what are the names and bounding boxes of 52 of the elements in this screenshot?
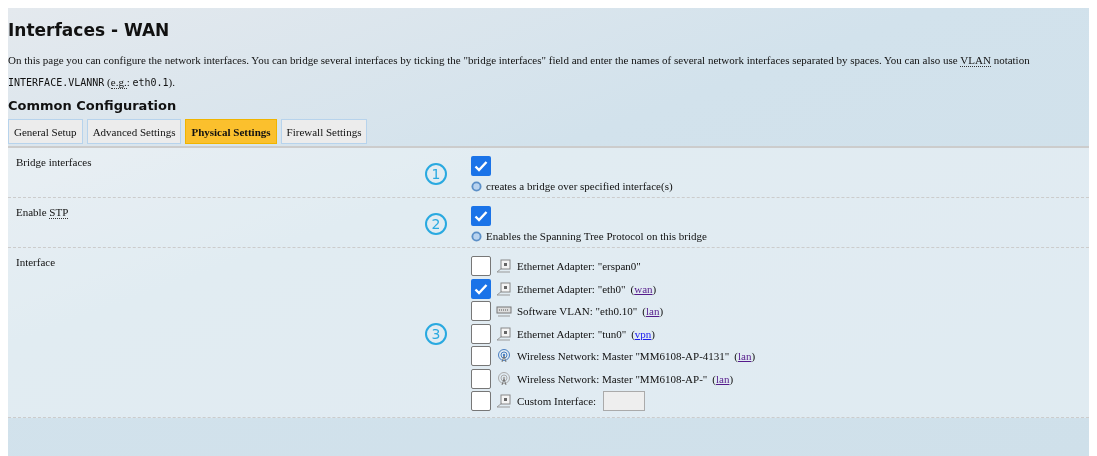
help-icon <box>471 230 482 242</box>
network-link[interactable]: vpn <box>634 327 652 340</box>
step-marker: 2 <box>425 213 447 235</box>
hint-text: creates a bridge over specified interface(s) <box>486 180 673 192</box>
wireless-icon <box>496 349 512 364</box>
network-link[interactable]: wan <box>634 282 653 295</box>
option-label: Enable STP <box>16 206 70 221</box>
network-port-icon <box>496 259 512 274</box>
network-link[interactable]: lan <box>716 372 730 385</box>
checkbox[interactable] <box>471 346 491 367</box>
interface-label: Ethernet Adapter: "tun0" <box>517 327 627 340</box>
interface-label: Ethernet Adapter: "erspan0" <box>517 260 641 273</box>
step-marker: 1 <box>425 163 447 185</box>
tab[interactable]: General Setup <box>8 119 83 144</box>
network-link[interactable]: lan <box>645 305 660 318</box>
network-text: (wan) <box>630 282 657 295</box>
checkbox[interactable] <box>471 391 491 412</box>
network-port-icon <box>496 326 512 341</box>
input-field[interactable] <box>603 391 646 412</box>
wireless-icon <box>496 371 512 386</box>
network-port-icon <box>496 394 512 409</box>
interface-label: Custom Interface: <box>517 395 597 408</box>
network-text: (vpn) <box>631 327 656 340</box>
network-link[interactable]: lan <box>738 350 752 363</box>
checkbox[interactable] <box>471 256 491 277</box>
help-icon <box>471 180 482 192</box>
option-label: Bridge interfaces <box>16 156 93 170</box>
network-text: (lan) <box>712 372 734 385</box>
checkbox[interactable] <box>471 301 491 322</box>
interface-label: Software VLAN: "eth0.10" <box>517 305 638 318</box>
tab[interactable]: Firewall Settings <box>280 119 368 144</box>
hint-text: Enables the Spanning Tree Protocol on this bridge <box>486 230 707 242</box>
checkbox[interactable] <box>471 368 491 389</box>
network-text: (lan) <box>642 305 664 318</box>
checkbox[interactable] <box>471 156 491 176</box>
tab[interactable]: Physical Settings <box>185 119 277 144</box>
page-title: Interfaces - WAN <box>8 19 171 40</box>
option-label: Interface <box>16 256 57 270</box>
tab[interactable]: Advanced Settings <box>86 119 182 144</box>
checkbox[interactable] <box>471 323 491 344</box>
description-text: On this page you can configure the network interfaces. You can bridge several interfaces by ticking the "bridge interfaces" field and enter the names of several network interfaces separated by spaces. You can also use VLAN notation <box>8 54 1031 66</box>
checkbox[interactable] <box>471 278 491 299</box>
interface-label: Wireless Network: Master "MM6108-AP-4131" <box>517 350 730 363</box>
interface-label: Wireless Network: Master "MM6108-AP-" <box>517 372 708 385</box>
network-port-icon <box>496 281 512 296</box>
interface-label: Ethernet Adapter: "eth0" <box>517 282 626 295</box>
checkbox[interactable] <box>471 206 491 226</box>
step-marker: 3 <box>425 322 447 345</box>
network-text: (lan) <box>734 350 756 363</box>
switch-icon <box>496 304 512 319</box>
description-text: INTERFACE.VLANNR (e.g.: eth0.1). <box>8 76 176 88</box>
section-title: Common Configuration <box>8 98 178 113</box>
